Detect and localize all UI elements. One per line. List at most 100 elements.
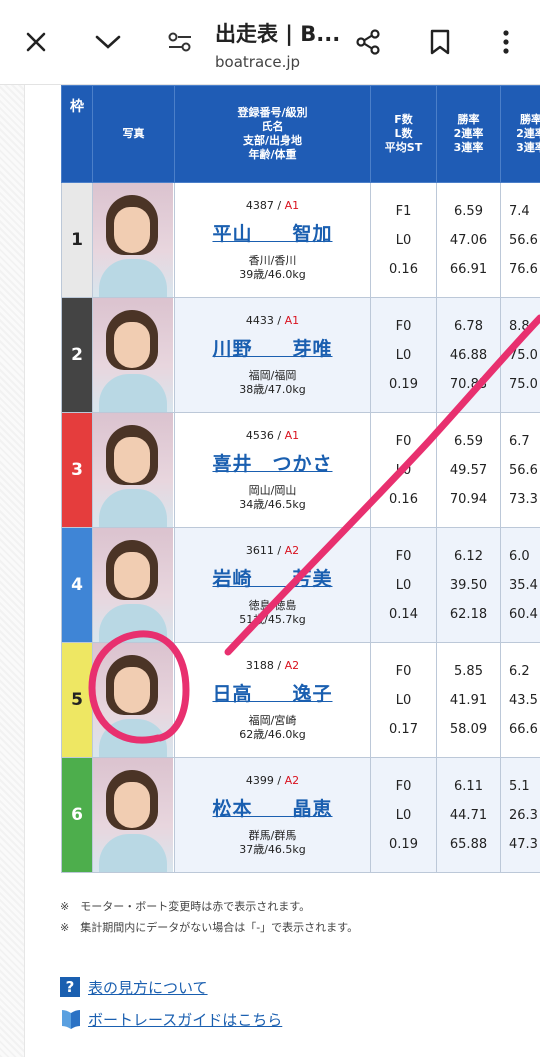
racer-photo[interactable] xyxy=(92,297,175,413)
racer-branch: 徳島/徳島 xyxy=(248,598,297,612)
flst-cell: F0 L0 0.17 xyxy=(370,642,437,758)
header-racer-line: 支部/出身地 xyxy=(242,134,303,147)
waku-number: 1 xyxy=(61,182,93,298)
racer-info: 3611 / A2 岩崎 芳美 徳島/徳島 51歳/45.7kg xyxy=(174,527,371,643)
local-rate-cell: 8.8 75.0 75.0 xyxy=(500,297,540,413)
national-rate-cell: 5.85 41.91 58.09 xyxy=(436,642,501,758)
national-rate-cell: 6.12 39.50 62.18 xyxy=(436,527,501,643)
racer-name-link[interactable]: 川野 芽唯 xyxy=(175,334,370,361)
bookmark-button[interactable] xyxy=(416,18,464,66)
page-info-button[interactable] xyxy=(156,18,204,66)
close-button[interactable] xyxy=(12,18,60,66)
page-title: 出走表 | B... xyxy=(215,22,341,46)
racer-info: 4387 / A1 平山 智加 香川/香川 39歳/46.0kg xyxy=(174,182,371,298)
flst-cell: F0 L0 0.19 xyxy=(370,757,437,873)
header-racer: 登録番号/級別 氏名 支部/出身地 年齢/体重 xyxy=(174,85,371,183)
racer-info: 4536 / A1 喜井 つかさ 岡山/岡山 34歳/46.5kg xyxy=(174,412,371,528)
racer-reg: 4433 / A1 xyxy=(245,313,300,327)
table-row: 4 3611 / A2 岩崎 芳美 徳島/徳島 51歳/45.7kg F0 L0 0… xyxy=(61,527,540,643)
national-rate-cell: 6.59 49.57 70.94 xyxy=(436,412,501,528)
racer-info: 3188 / A2 日高 逸子 福岡/宮崎 62歳/46.0kg xyxy=(174,642,371,758)
waku-number: 4 xyxy=(61,527,93,643)
flst-cell: F0 L0 0.14 xyxy=(370,527,437,643)
racer-photo[interactable] xyxy=(92,757,175,873)
racer-reg: 4399 / A2 xyxy=(245,773,300,787)
header-national: 勝率 2連率 3連率 xyxy=(436,85,501,183)
racer-age-weight: 38歳/47.0kg xyxy=(239,382,306,396)
header-local-line: 2連率 xyxy=(516,127,540,140)
howto-link[interactable]: 表の見方について xyxy=(88,977,208,998)
minimize-button[interactable] xyxy=(84,18,132,66)
racer-branch: 岡山/岡山 xyxy=(248,483,297,497)
header-racer-line: 年齢/体重 xyxy=(248,148,297,161)
question-icon: ? xyxy=(60,977,80,997)
racer-branch: 群馬/群馬 xyxy=(248,828,297,842)
racer-name-link[interactable]: 岩崎 芳美 xyxy=(175,564,370,591)
header-racer-line: 氏名 xyxy=(261,120,284,133)
header-local: 勝率 2連率 3連率 xyxy=(500,85,540,183)
racer-name-link[interactable]: 松本 晶恵 xyxy=(175,794,370,821)
racer-name-link[interactable]: 日高 逸子 xyxy=(175,679,370,706)
race-entry-table: 枠 写真 登録番号/級別 氏名 支部/出身地 年齢/体重 F数 L数 平均ST … xyxy=(61,85,540,873)
page-margin xyxy=(0,85,25,1057)
header-national-line: 2連率 xyxy=(453,127,484,140)
header-flst-line: L数 xyxy=(394,127,413,140)
flst-cell: F0 L0 0.16 xyxy=(370,412,437,528)
local-rate-cell: 6.7 56.6 73.3 xyxy=(500,412,540,528)
guide-link[interactable]: ボートレースガイドはこちら xyxy=(88,1009,282,1030)
racer-age-weight: 37歳/46.5kg xyxy=(239,842,306,856)
header-photo: 写真 xyxy=(92,85,175,183)
help-links: ? 表の見方について ボートレースガイドはこちら xyxy=(60,972,282,1036)
header-waku: 枠 xyxy=(61,85,93,183)
national-rate-cell: 6.11 44.71 65.88 xyxy=(436,757,501,873)
header-flst-line: F数 xyxy=(394,113,413,126)
waku-number: 6 xyxy=(61,757,93,873)
waku-number: 3 xyxy=(61,412,93,528)
book-icon xyxy=(62,1010,80,1029)
header-national-line: 3連率 xyxy=(453,141,484,154)
header-flst: F数 L数 平均ST xyxy=(370,85,437,183)
national-rate-cell: 6.59 47.06 66.91 xyxy=(436,182,501,298)
racer-photo[interactable] xyxy=(92,642,175,758)
howto-link-row[interactable]: ? 表の見方について xyxy=(60,972,282,1002)
racer-age-weight: 34歳/46.5kg xyxy=(239,497,306,511)
national-rate-cell: 6.78 46.88 70.83 xyxy=(436,297,501,413)
racer-reg: 3611 / A2 xyxy=(245,543,300,557)
page-title-block: 出走表 | B... boatrace.jp xyxy=(215,18,345,71)
local-rate-cell: 7.4 56.6 76.6 xyxy=(500,182,540,298)
racer-name-link[interactable]: 喜井 つかさ xyxy=(175,449,370,476)
share-icon xyxy=(356,29,380,55)
page-info-icon xyxy=(168,32,191,52)
racer-info: 4399 / A2 松本 晶恵 群馬/群馬 37歳/46.5kg xyxy=(174,757,371,873)
waku-number: 5 xyxy=(61,642,93,758)
chevron-down-icon xyxy=(95,35,121,49)
bookmark-icon xyxy=(430,29,450,55)
flst-cell: F0 L0 0.19 xyxy=(370,297,437,413)
header-local-line: 勝率 xyxy=(520,113,540,126)
guide-link-row[interactable]: ボートレースガイドはこちら xyxy=(60,1004,282,1034)
close-icon xyxy=(26,32,46,52)
flst-cell: F1 L0 0.16 xyxy=(370,182,437,298)
racer-photo[interactable] xyxy=(92,527,175,643)
racer-photo[interactable] xyxy=(92,412,175,528)
note-line: ※ モーター・ボート変更時は赤で表示されます。 xyxy=(60,900,311,913)
local-rate-cell: 5.1 26.3 47.3 xyxy=(500,757,540,873)
racer-reg: 4387 / A1 xyxy=(245,198,300,212)
share-button[interactable] xyxy=(344,18,392,66)
racer-age-weight: 62歳/46.0kg xyxy=(239,727,306,741)
racer-photo[interactable] xyxy=(92,182,175,298)
more-button[interactable] xyxy=(482,18,530,66)
table-row: 1 4387 / A1 平山 智加 香川/香川 39歳/46.0kg F1 L0 0… xyxy=(61,182,540,298)
more-vert-icon xyxy=(503,30,509,54)
racer-branch: 福岡/福岡 xyxy=(248,368,297,382)
header-flst-line: 平均ST xyxy=(384,141,423,154)
racer-name-link[interactable]: 平山 智加 xyxy=(175,219,370,246)
waku-number: 2 xyxy=(61,297,93,413)
table-row: 2 4433 / A1 川野 芽唯 福岡/福岡 38歳/47.0kg F0 L0 0… xyxy=(61,297,540,413)
racer-branch: 香川/香川 xyxy=(248,253,297,267)
racer-age-weight: 39歳/46.0kg xyxy=(239,267,306,281)
table-header-row: 枠 写真 登録番号/級別 氏名 支部/出身地 年齢/体重 F数 L数 平均ST … xyxy=(61,85,540,183)
browser-toolbar: 出走表 | B... boatrace.jp xyxy=(0,0,540,85)
header-racer-line: 登録番号/級別 xyxy=(237,106,308,119)
racer-age-weight: 51歳/45.7kg xyxy=(239,612,306,626)
